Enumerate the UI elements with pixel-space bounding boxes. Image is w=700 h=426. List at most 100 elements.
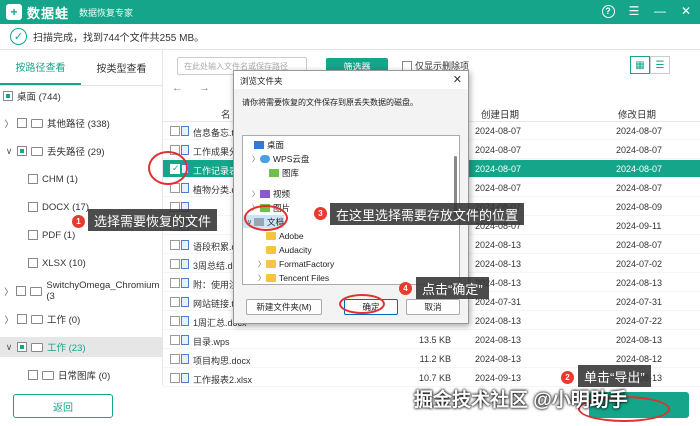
created-date: 2024-08-07 xyxy=(475,183,522,193)
app-subtitle: 数据恢复专家 xyxy=(79,7,134,18)
checkbox[interactable] xyxy=(170,278,180,288)
checkbox[interactable] xyxy=(17,146,27,156)
file-icon xyxy=(181,316,189,326)
checkbox[interactable] xyxy=(28,202,38,212)
menu-icon[interactable]: ☰ xyxy=(626,3,642,19)
table-row[interactable]: 目录.wps 13.5 KB 2024-08-13 2024-08-13 xyxy=(163,331,700,349)
forward-arrow-icon[interactable]: → xyxy=(199,82,210,94)
checkbox[interactable] xyxy=(402,60,412,71)
file-name: 工作报表2.xlsx xyxy=(193,375,253,385)
check-circle-icon: ✓ xyxy=(10,28,27,45)
file-icon xyxy=(181,297,189,307)
tree-item-chm[interactable]: CHM (1) xyxy=(0,169,163,189)
folder-icon xyxy=(31,118,43,128)
checkbox[interactable] xyxy=(170,240,180,250)
chevron-right-icon[interactable]: 〉 xyxy=(257,273,266,283)
folder-tree-label: 桌面 xyxy=(267,139,285,150)
tree-item-switchyomega[interactable]: 〉 SwitchyOmega_Chromium (3 xyxy=(0,280,163,302)
created-date: 2024-08-13 xyxy=(475,335,522,345)
modified-date: 2024-08-07 xyxy=(616,145,663,155)
folder-tree-item[interactable]: 桌面 xyxy=(243,138,284,151)
folder-tree-label: WPS云盘 xyxy=(273,153,310,164)
created-date: 2024-08-13 xyxy=(475,354,522,364)
folder-tree-item[interactable]: 〉 视频 xyxy=(243,187,290,200)
highlight-ring xyxy=(244,205,288,231)
header-created[interactable]: 创建日期 xyxy=(481,107,519,121)
checkbox[interactable] xyxy=(17,342,27,352)
tree-item-label: PDF (1) xyxy=(42,229,76,241)
chevron-down-icon[interactable]: ∨ xyxy=(4,342,14,353)
file-icon xyxy=(181,278,189,288)
checkbox[interactable] xyxy=(170,335,180,345)
created-date: 2024-08-07 xyxy=(475,145,522,155)
grid-view-icon[interactable]: ▦ xyxy=(630,56,650,74)
tree-item-work-empty[interactable]: 〉 工作 (0) xyxy=(0,309,163,329)
file-icon xyxy=(181,373,189,383)
title-bar: + 数据蛙 数据恢复专家 ? ☰ — ✕ xyxy=(0,0,700,24)
tree-item-desktop[interactable]: 桌面 (744) xyxy=(0,86,163,106)
header-modified[interactable]: 修改日期 xyxy=(618,107,656,121)
chevron-right-icon[interactable]: 〉 xyxy=(251,154,260,164)
folder-tree-label: Tencent Files xyxy=(279,272,330,283)
modified-date: 2024-07-31 xyxy=(616,297,663,307)
folder-icon xyxy=(30,286,43,296)
file-icon xyxy=(181,335,189,345)
cancel-button[interactable]: 取消 xyxy=(406,299,460,315)
step-badge-2: 2 xyxy=(561,371,574,384)
checkbox[interactable] xyxy=(170,373,180,383)
checkbox[interactable] xyxy=(170,316,180,326)
tree-item-work-selected[interactable]: ∨ 工作 (23) xyxy=(0,337,163,357)
checkbox[interactable] xyxy=(28,174,38,184)
scan-status-text: 扫描完成，找到744个文件共255 MB。 xyxy=(33,33,205,44)
tab-by-type[interactable]: 按类型查看 xyxy=(81,50,162,85)
checkbox[interactable] xyxy=(17,314,27,324)
tab-by-path[interactable]: 按路径查看 xyxy=(0,50,81,85)
folder-tree-item[interactable]: Audacity xyxy=(243,243,312,256)
view-toggle: ▦ ☰ xyxy=(630,56,670,74)
chevron-right-icon[interactable]: 〉 xyxy=(251,189,260,199)
checkbox[interactable] xyxy=(28,258,38,268)
folder-icon xyxy=(266,273,276,282)
chevron-down-icon[interactable]: ∨ xyxy=(4,146,14,157)
callout-step4: 点击“确定” xyxy=(416,277,489,299)
folder-tree-item[interactable]: Adobe xyxy=(243,229,304,242)
folder-icon xyxy=(31,146,43,156)
new-folder-button[interactable]: 新建文件夹(M) xyxy=(246,299,322,315)
chevron-right-icon[interactable]: 〉 xyxy=(257,259,266,269)
file-icon xyxy=(181,183,189,193)
back-arrow-icon[interactable]: ← xyxy=(172,82,183,94)
created-date: 2024-08-13 xyxy=(475,259,522,269)
callout-step2: 单击“导出” xyxy=(578,365,651,387)
folder-tree-item[interactable]: 〉 WPS云盘 xyxy=(243,152,309,165)
tree-item-daily-gallery[interactable]: 日常图库 (0) xyxy=(0,365,163,385)
help-icon[interactable]: ? xyxy=(600,3,616,19)
checkbox[interactable] xyxy=(28,230,38,240)
dialog-title: 浏览文件夹 xyxy=(240,76,283,86)
checkbox[interactable] xyxy=(170,259,180,269)
tree-item-xlsx[interactable]: XLSX (10) xyxy=(0,253,163,273)
list-view-icon[interactable]: ☰ xyxy=(650,56,670,74)
folder-tree-item[interactable]: 〉 Tencent Files xyxy=(243,271,329,284)
tree-item-other-paths[interactable]: 〉 其他路径 (338) xyxy=(0,113,163,133)
checkbox[interactable] xyxy=(3,91,13,101)
tree-item-lost-paths[interactable]: ∨ 丢失路径 (29) xyxy=(0,141,163,161)
header-name[interactable]: 名 xyxy=(221,107,231,121)
folder-tree-item[interactable]: 图库 xyxy=(243,166,299,179)
close-icon[interactable]: ✕ xyxy=(678,3,694,19)
checkbox[interactable] xyxy=(28,370,38,380)
chevron-right-icon[interactable]: 〉 xyxy=(4,117,14,130)
minimize-icon[interactable]: — xyxy=(652,3,668,19)
chevron-right-icon[interactable]: 〉 xyxy=(4,285,13,298)
checkbox[interactable] xyxy=(17,118,27,128)
folder-icon xyxy=(266,259,276,268)
checkbox[interactable] xyxy=(170,297,180,307)
tree-item-label: 工作 (23) xyxy=(47,343,86,354)
back-button[interactable]: 返回 xyxy=(13,394,113,418)
checkbox[interactable] xyxy=(170,126,180,136)
folder-tree-item[interactable]: 〉 FormatFactory xyxy=(243,257,334,270)
close-icon[interactable]: ✕ xyxy=(453,73,462,86)
checkbox[interactable] xyxy=(170,354,180,364)
file-icon xyxy=(181,145,189,155)
chevron-right-icon[interactable]: 〉 xyxy=(4,313,14,326)
checkbox[interactable] xyxy=(16,286,27,296)
